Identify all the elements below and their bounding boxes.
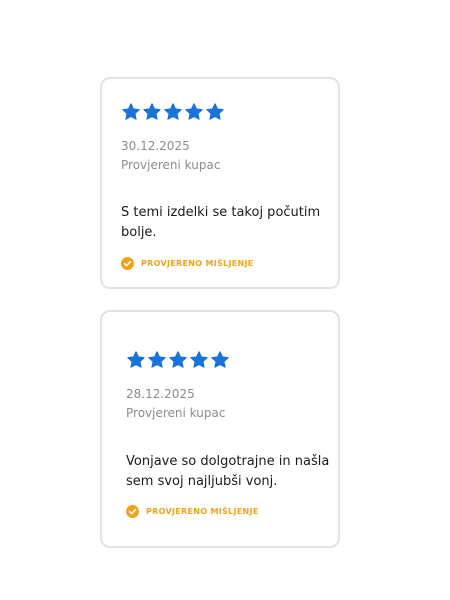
verified-label: PROVJERENO MIŠLJENJE [146, 507, 259, 516]
reviewer-name: Provjereni kupac [126, 406, 226, 420]
star-rating [126, 350, 230, 370]
star-icon [147, 350, 167, 370]
verified-label: PROVJERENO MIŠLJENJE [141, 259, 254, 268]
star-icon [205, 102, 225, 122]
review-text: S temi izdelki se takoj počutim bolje. [121, 205, 321, 240]
check-circle-icon [121, 257, 134, 270]
star-rating [121, 102, 225, 122]
star-icon [184, 102, 204, 122]
verified-badge: PROVJERENO MIŠLJENJE [126, 505, 259, 518]
review-text: Vonjave so dolgotrajne in našla sem svoj… [126, 454, 330, 489]
star-icon [142, 102, 162, 122]
review-card: 30.12.2025 Provjereni kupac S temi izdel… [100, 77, 340, 289]
reviews-list: 30.12.2025 Provjereni kupac S temi izdel… [0, 0, 450, 600]
star-icon [210, 350, 230, 370]
review-card: 28.12.2025 Provjereni kupac Vonjave so d… [100, 310, 340, 548]
star-icon [126, 350, 146, 370]
review-date: 30.12.2025 [121, 139, 190, 153]
verified-badge: PROVJERENO MIŠLJENJE [121, 257, 254, 270]
star-icon [163, 102, 183, 122]
reviewer-name: Provjereni kupac [121, 158, 221, 172]
check-circle-icon [126, 505, 139, 518]
star-icon [121, 102, 141, 122]
review-date: 28.12.2025 [126, 387, 195, 401]
star-icon [168, 350, 188, 370]
star-icon [189, 350, 209, 370]
